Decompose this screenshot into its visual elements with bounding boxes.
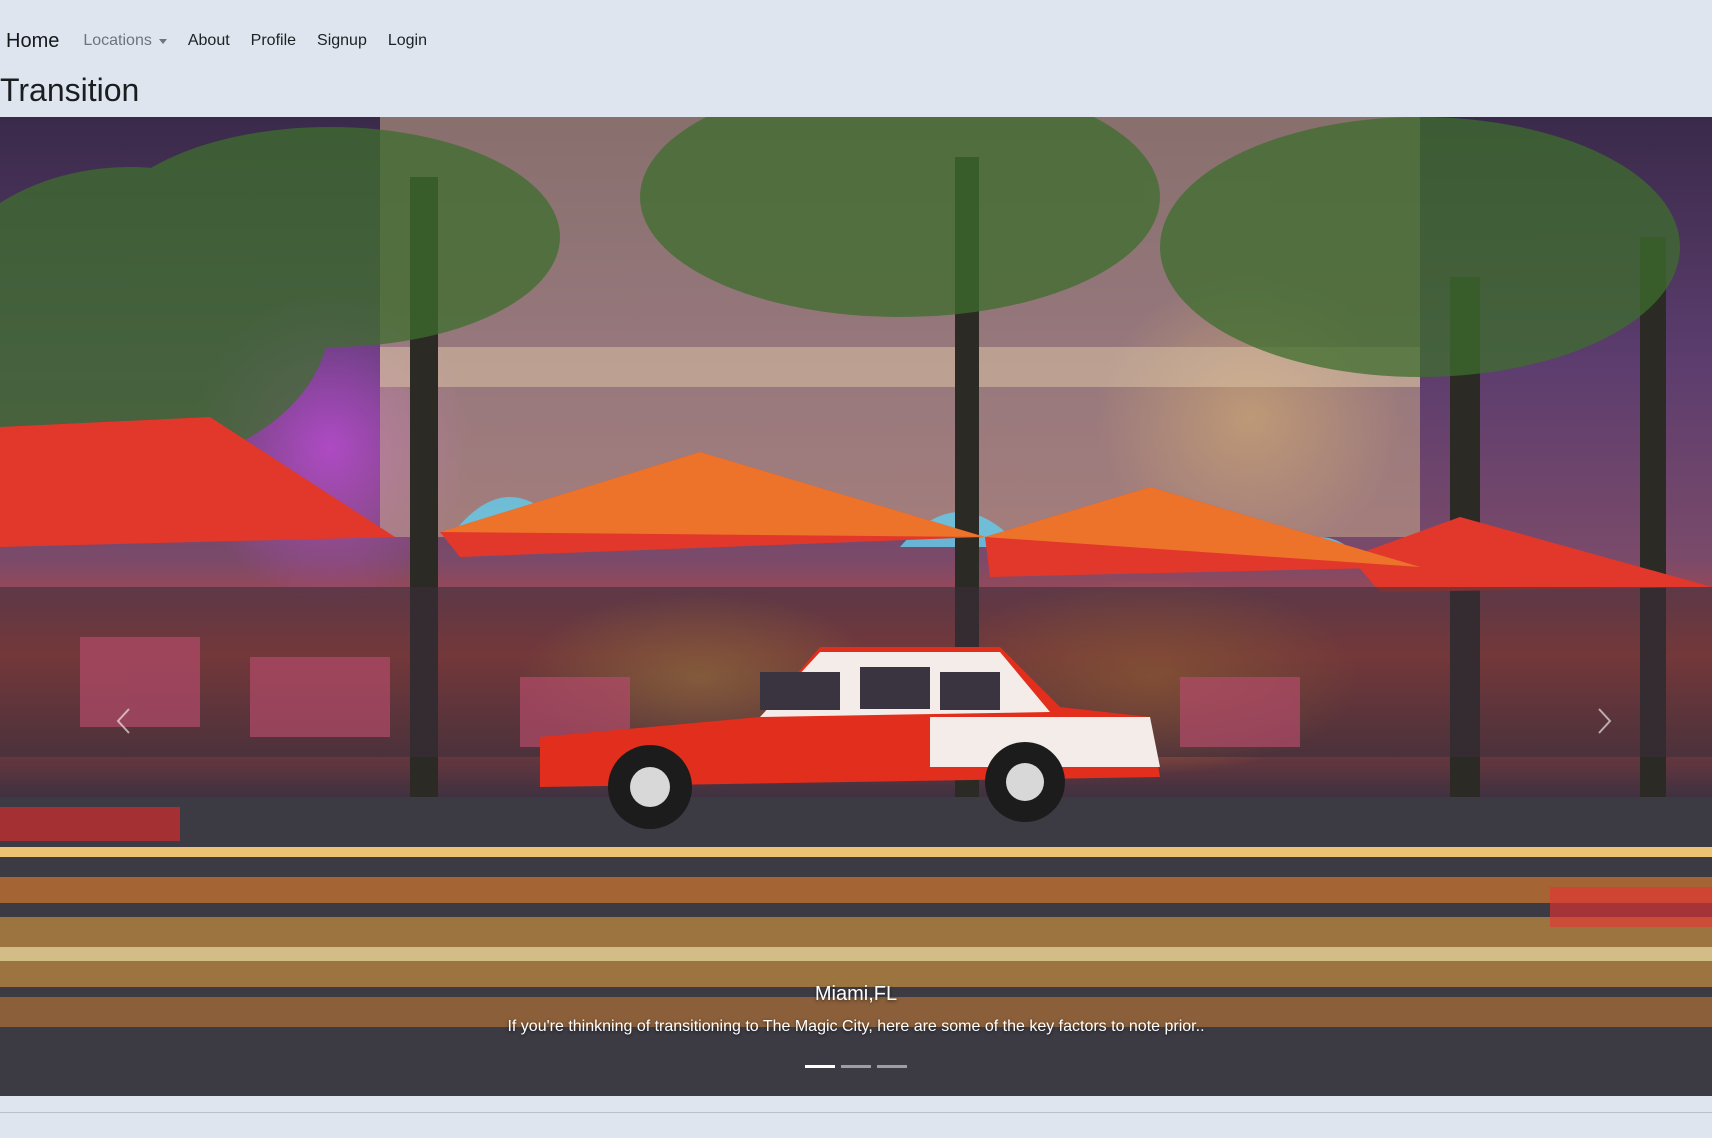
nav-signup[interactable]: Signup	[317, 32, 367, 50]
carousel-indicators	[0, 1065, 1712, 1068]
carousel-prev-control[interactable]	[114, 707, 134, 735]
page-title: Transition	[0, 72, 140, 108]
nav-about[interactable]: About	[188, 32, 230, 50]
navbar: Home Locations About Profile Signup Logi…	[0, 0, 1712, 82]
slide-caption-title: Miami,FL	[814, 983, 898, 1005]
caret-down-icon	[158, 38, 167, 44]
carousel-indicator-3[interactable]	[877, 1065, 907, 1068]
carousel-indicator-1[interactable]	[805, 1065, 835, 1068]
carousel-slide-image	[0, 117, 1712, 1096]
footer-divider	[0, 1112, 1712, 1113]
nav-profile[interactable]: Profile	[251, 32, 296, 50]
nav-locations-dropdown[interactable]: Locations	[83, 32, 167, 50]
slide-caption-text: If you're thinkning of transitioning to …	[507, 1018, 1205, 1035]
nav-locations-label: Locations	[83, 32, 152, 49]
carousel-next-control[interactable]	[1594, 707, 1614, 735]
nav-brand-home[interactable]: Home	[6, 30, 59, 53]
carousel-indicator-2[interactable]	[841, 1065, 871, 1068]
nav-login[interactable]: Login	[388, 32, 427, 50]
carousel: Miami,FL If you're thinkning of transiti…	[0, 117, 1712, 1096]
